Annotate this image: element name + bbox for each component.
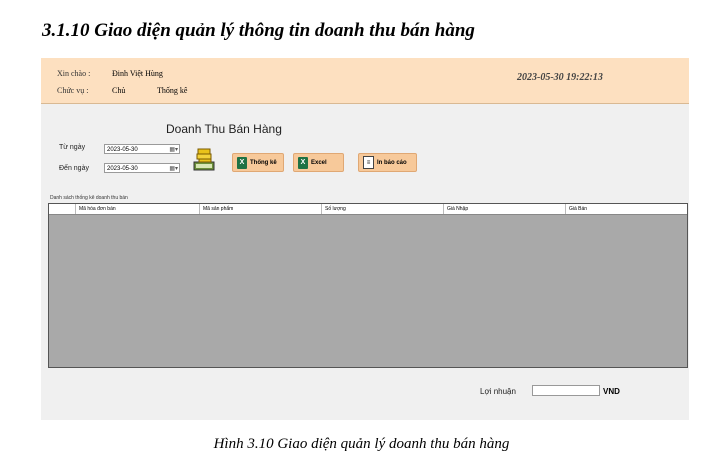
row-header-corner	[49, 204, 75, 214]
to-date-picker[interactable]: 2023-05-30 ▦▾	[104, 163, 180, 173]
revenue-data-grid[interactable]: Mã hóa đơn bán Mã sản phẩm Số lượng Giá …	[48, 203, 688, 368]
document-icon: ≡	[363, 156, 374, 169]
excel-button[interactable]: X Excel	[293, 153, 344, 172]
column-header-invoice[interactable]: Mã hóa đơn bán	[75, 204, 199, 214]
revenue-window: Xin chào : Đinh Việt Hùng Chức vụ : Chủ …	[41, 58, 689, 420]
stats-button[interactable]: X Thống kê	[232, 153, 284, 172]
from-date-label: Từ ngày	[59, 144, 86, 151]
profit-field[interactable]	[532, 385, 600, 396]
to-date-value: 2023-05-30	[107, 166, 138, 172]
column-header-product[interactable]: Mã sản phẩm	[199, 204, 321, 214]
column-header-import-price[interactable]: Giá Nhập	[443, 204, 565, 214]
clock-display: 2023-05-30 19:22:13	[517, 72, 603, 83]
greeting-value: Đinh Việt Hùng	[112, 69, 163, 78]
print-report-button[interactable]: ≡ In báo cáo	[358, 153, 417, 172]
grid-header-row: Mã hóa đơn bán Mã sản phẩm Số lượng Giá …	[49, 204, 687, 215]
section-heading: 3.1.10 Giao diện quản lý thông tin doanh…	[42, 20, 475, 41]
figure-caption: Hình 3.10 Giao diện quản lý doanh thu bá…	[213, 436, 510, 452]
column-header-quantity[interactable]: Số lượng	[321, 204, 443, 214]
grid-label: Danh sách thống kê doanh thu bán	[50, 195, 128, 201]
form-title: Doanh Thu Bán Hàng	[166, 122, 282, 136]
excel-button-label: Excel	[311, 159, 327, 166]
money-icon	[193, 148, 215, 171]
excel-icon: X	[237, 156, 247, 169]
greeting-label: Xin chào :	[57, 69, 91, 78]
role-label: Chức vụ :	[57, 86, 89, 95]
profit-label: Lợi nhuận	[480, 387, 516, 396]
from-date-picker[interactable]: 2023-05-30 ▦▾	[104, 144, 180, 154]
stats-button-label: Thống kê	[250, 159, 277, 166]
currency-label: VND	[603, 387, 620, 396]
menu-item-stats[interactable]: Thống kê	[157, 86, 187, 95]
print-report-button-label: In báo cáo	[377, 159, 407, 166]
to-date-label: Đến ngày	[59, 165, 89, 172]
excel-icon: X	[298, 156, 308, 169]
calendar-dropdown-icon[interactable]: ▦▾	[169, 145, 178, 155]
user-header-bar: Xin chào : Đinh Việt Hùng Chức vụ : Chủ …	[41, 58, 689, 104]
from-date-value: 2023-05-30	[107, 147, 138, 153]
calendar-dropdown-icon[interactable]: ▦▾	[169, 164, 178, 174]
role-value: Chủ	[112, 86, 126, 95]
column-header-sale-price[interactable]: Giá Bán	[565, 204, 687, 214]
